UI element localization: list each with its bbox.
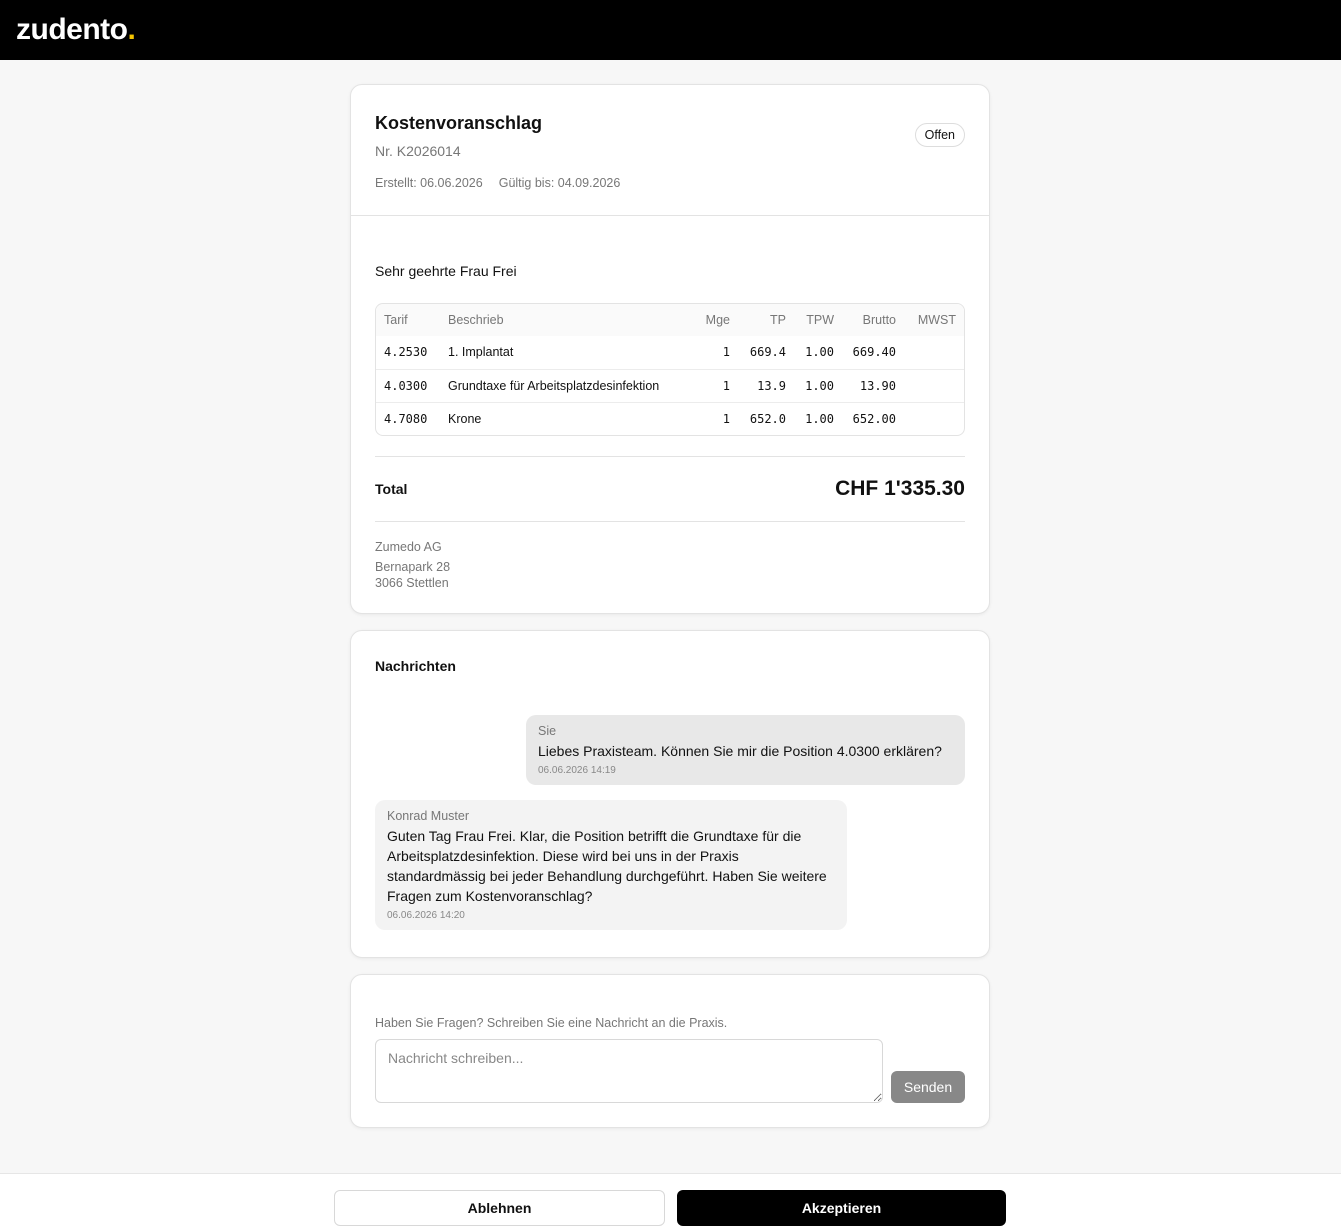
- quote-dates: Erstellt: 06.06.2026 Gültig bis: 04.09.2…: [375, 176, 965, 190]
- message-input[interactable]: [375, 1039, 883, 1103]
- table-row: 4.0300 Grundtaxe für Arbeitsplatzdesinfe…: [376, 368, 964, 402]
- cell-mge: 1: [686, 368, 738, 402]
- messages-title: Nachrichten: [375, 658, 456, 674]
- created-date: Erstellt: 06.06.2026: [375, 176, 483, 190]
- total-value: CHF 1'335.30: [835, 477, 965, 500]
- address-company: Zumedo AG: [375, 540, 442, 554]
- salutation: Sehr geehrte Frau Frei: [375, 263, 517, 279]
- accept-button[interactable]: Akzeptieren: [677, 1190, 1006, 1226]
- cell-mge: 1: [686, 401, 738, 435]
- header-brutto: Brutto: [862, 313, 896, 327]
- quote-body: Sehr geehrte Frau Frei Tarif Beschrieb M…: [351, 263, 989, 591]
- cell-tarif: 4.7080: [376, 401, 440, 435]
- cell-tpw: 1.00: [805, 345, 834, 360]
- send-button[interactable]: Senden: [891, 1071, 965, 1103]
- message-author: Sie: [538, 724, 557, 738]
- cell-tarif: 4.2530: [384, 345, 428, 360]
- quote-card: Kostenvoranschlag Nr. K2026014 Erstellt:…: [350, 84, 990, 614]
- address-street: Bernapark 28: [375, 560, 451, 574]
- address-city: 3066 Stettlen: [375, 576, 449, 590]
- cell-tp: 13.9: [738, 368, 794, 402]
- cell-mwst: [904, 368, 964, 402]
- message-time: 06.06.2026 14:20: [387, 910, 465, 921]
- cell-mwst: [904, 336, 964, 369]
- cell-beschrieb: Grundtaxe für Arbeitsplatzdesinfektion: [440, 368, 686, 402]
- logo-text: zudento: [16, 13, 128, 46]
- message-text: Liebes Praxisteam. Können Sie mir die Po…: [538, 743, 942, 759]
- header-tp: TP: [770, 313, 786, 327]
- positions-table: Tarif Beschrieb Mge TP TPW Brutto MWST 4…: [375, 303, 965, 436]
- table-header-row: Tarif Beschrieb Mge TP TPW Brutto MWST: [376, 304, 964, 336]
- cell-mge: 1: [722, 345, 730, 360]
- message-time: 06.06.2026 14:19: [538, 765, 616, 776]
- cell-mwst: [904, 401, 964, 435]
- cell-brutto: 13.90: [842, 368, 904, 402]
- cell-brutto: 669.40: [852, 345, 896, 360]
- header-beschrieb: Beschrieb: [448, 313, 504, 327]
- cell-tarif: 4.0300: [376, 368, 440, 402]
- message-author: Konrad Muster: [387, 809, 469, 823]
- header-tarif: Tarif: [384, 313, 408, 327]
- decline-button[interactable]: Ablehnen: [334, 1190, 665, 1226]
- header-mge: Mge: [705, 313, 730, 327]
- compose-card: Haben Sie Fragen? Schreiben Sie eine Nac…: [350, 974, 990, 1128]
- message-text: Guten Tag Frau Frei. Klar, die Position …: [387, 828, 827, 904]
- message-bubble-own: Sie Liebes Praxisteam. Können Sie mir di…: [526, 715, 965, 785]
- header-mwst: MWST: [917, 313, 956, 327]
- total-row: Total CHF 1'335.30: [375, 456, 965, 522]
- status-badge: Offen: [914, 123, 965, 147]
- messages-card: Nachrichten Sie Liebes Praxisteam. Könne…: [350, 630, 990, 958]
- logo[interactable]: zudento.: [16, 13, 136, 47]
- quote-header: Kostenvoranschlag Nr. K2026014 Erstellt:…: [351, 85, 989, 216]
- practice-address: Zumedo AG Bernapark 28 3066 Stettlen: [375, 539, 965, 591]
- total-label: Total: [375, 481, 408, 497]
- cell-brutto: 652.00: [842, 401, 904, 435]
- cell-tpw: 1.00: [794, 401, 842, 435]
- message-bubble-practice: Konrad Muster Guten Tag Frau Frei. Klar,…: [375, 800, 847, 930]
- quote-title: Kostenvoranschlag: [375, 113, 543, 133]
- cell-tpw: 1.00: [794, 368, 842, 402]
- table-row: 4.7080 Krone 1 652.0 1.00 652.00: [376, 401, 964, 435]
- cell-tp: 652.0: [738, 401, 794, 435]
- valid-until-date: Gültig bis: 04.09.2026: [498, 176, 621, 190]
- top-bar: zudento.: [0, 0, 1341, 60]
- header-tpw: TPW: [806, 313, 834, 327]
- table-row: 4.2530 1. Implantat 1 669.4 1.00 669.40: [376, 336, 964, 369]
- action-footer: Ablehnen Akzeptieren: [0, 1173, 1341, 1231]
- compose-hint: Haben Sie Fragen? Schreiben Sie eine Nac…: [375, 1016, 728, 1030]
- cell-beschrieb: Krone: [440, 401, 686, 435]
- quote-number: Nr. K2026014: [375, 143, 461, 159]
- cell-beschrieb: 1. Implantat: [448, 345, 514, 360]
- cell-tp: 669.4: [749, 345, 786, 360]
- logo-dot: .: [127, 13, 136, 46]
